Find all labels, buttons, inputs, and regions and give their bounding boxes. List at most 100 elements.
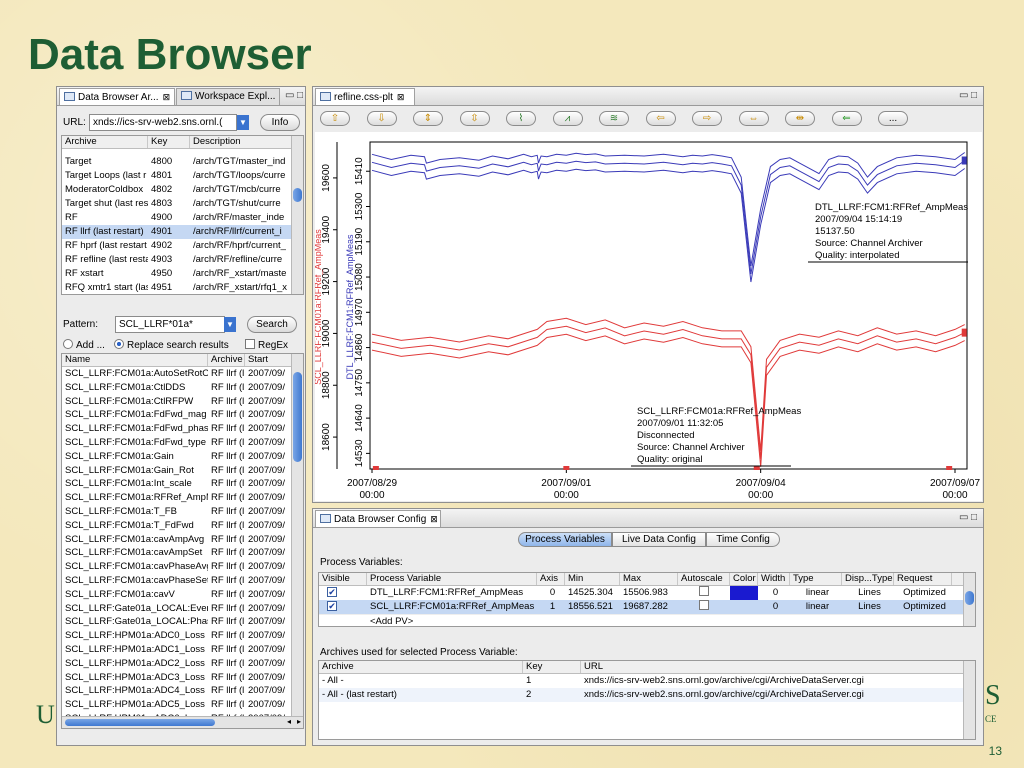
col-name[interactable]: Name [62, 354, 208, 366]
scrollbar[interactable] [963, 661, 975, 739]
list-item[interactable]: SCL_LLRF:FCM01a:Gain_Rot RF llrf (l 2007/0… [62, 464, 303, 478]
pv-cell-max[interactable]: 19687.282 [620, 600, 678, 614]
pv-cell-request[interactable]: Optimized [894, 600, 952, 614]
more-button[interactable]: ... [878, 111, 908, 126]
regex-checkbox[interactable]: RegEx [245, 339, 288, 351]
list-item[interactable]: SCL_LLRF:HPM01a:ADC5_Loss RF llrf (l 2007/… [62, 698, 303, 712]
pv-cell-request[interactable]: Optimized [894, 586, 952, 600]
tab-data-browser-config[interactable]: Data Browser Config ⊠ [315, 510, 441, 527]
list-item[interactable]: SCL_LLRF:FCM01a:RFRef_AmpMeaRF llrf (l20… [62, 491, 303, 505]
col-archive[interactable]: Archive [319, 661, 523, 673]
search-button[interactable]: Search [247, 316, 297, 333]
list-item[interactable]: SCL_LLRF:Gate01a_LOCAL:EventSeRF llrf (l… [62, 602, 303, 616]
pv-cell-max[interactable]: 15506.983 [620, 586, 678, 600]
table-row[interactable]: Target 4800/arch/TGT/master_ind [62, 155, 303, 169]
table-row[interactable]: RF xstart 4950/arch/RF_xstart/maste [62, 267, 303, 281]
pv-cell-disp[interactable]: Lines [842, 600, 894, 614]
col-url[interactable]: URL [581, 661, 965, 673]
pv-cell-width[interactable]: 0 [758, 586, 790, 600]
info-button[interactable]: Info [260, 114, 300, 131]
list-item[interactable]: SCL_LLRF:Gate01a_LOCAL:Phase RF llrf (l 20… [62, 615, 303, 629]
table-row[interactable]: RFQ xmtr1 start (las 4951/arch/RF_xstart/… [62, 281, 303, 294]
pv-cell-axis[interactable]: 1 [537, 600, 565, 614]
list-item[interactable]: SCL_LLRF:FCM01a:Int_scale RF llrf (l 2007/… [62, 477, 303, 491]
autoscale-checkbox[interactable] [678, 586, 730, 600]
table-row[interactable]: RF refline (last resta 4903/arch/RF/refli… [62, 253, 303, 267]
pv-cell-width[interactable]: 0 [758, 600, 790, 614]
col-description[interactable]: Description [190, 136, 293, 148]
visible-checkbox[interactable]: ✔ [319, 600, 367, 614]
stretch-y-icon[interactable]: ⇕ [413, 111, 443, 126]
shrink-y-icon[interactable]: ⇳ [459, 111, 490, 126]
pv-cell-axis[interactable]: 0 [537, 586, 565, 600]
pv-col-header[interactable]: Axis [537, 573, 565, 585]
pv-col-header[interactable]: Type [790, 573, 842, 585]
col-archive[interactable]: Archive [208, 354, 245, 366]
col-start[interactable]: Start [245, 354, 293, 366]
tab-live-data-config[interactable]: Live Data Config [612, 532, 706, 547]
pv-cell-type[interactable]: linear [790, 600, 842, 614]
shrink-x-icon[interactable]: ⇹ [785, 111, 815, 126]
pv-cell-min[interactable]: 18556.521 [565, 600, 620, 614]
tab-workspace-explorer[interactable]: Workspace Expl... [176, 88, 280, 105]
chart-alt-icon[interactable]: ≋ [599, 111, 629, 126]
list-item[interactable]: SCL_LLRF:FCM01a:CtlRFPW RF llrf (l 2007/09… [62, 395, 303, 409]
pv-row[interactable]: ✔ DTL_LLRF:FCM1:RFRef_AmpMeas 0 14525.304 15… [319, 586, 975, 600]
add-pv-row[interactable]: <Add PV> [319, 614, 975, 626]
list-item[interactable]: SCL_LLRF:FCM01a:Gain RF llrf (l 2007/09/ [62, 450, 303, 464]
pv-cell-type[interactable]: linear [790, 586, 842, 600]
color-swatch[interactable] [730, 600, 758, 614]
scrollbar[interactable] [291, 136, 303, 294]
tab-time-config[interactable]: Time Config [706, 532, 780, 547]
pv-col-header[interactable]: Request [894, 573, 952, 585]
autoscale-checkbox[interactable] [678, 600, 730, 614]
minimize-icon[interactable]: ▭ [959, 90, 968, 101]
tab-refline-plot[interactable]: refline.css-plt ⊠ [315, 88, 415, 105]
down-arrow-icon[interactable]: ⇩ [366, 111, 397, 126]
table-row[interactable]: RF llrf (last restart) 4901/arch/RF/llrf/… [62, 225, 303, 239]
list-item[interactable]: SCL_LLRF:FCM01a:T_FdFwd RF llrf (l 2007/09… [62, 519, 303, 533]
pv-col-header[interactable]: Color [730, 573, 758, 585]
list-item[interactable]: SCL_LLRF:FCM01a:FdFwd_phase RF llrf (l 200… [62, 422, 303, 436]
table-row[interactable]: Target Loops (last r 4801/arch/TGT/loops/… [62, 169, 303, 183]
list-item[interactable]: SCL_LLRF:HPM01a:ADC2_Loss RF llrf (l 2007/… [62, 657, 303, 671]
pattern-input[interactable]: SCL_LLRF*01a* [115, 316, 225, 333]
scroll-right-icon[interactable]: ▸ [297, 717, 301, 726]
scrollbar-thumb[interactable] [965, 591, 974, 605]
list-item[interactable]: SCL_LLRF:FCM01a:cavAmpAvg RF llrf (l 2007/… [62, 533, 303, 547]
list-item[interactable]: SCL_LLRF:FCM01a:AutoSetRotOffseRF llrf (… [62, 367, 303, 381]
list-item[interactable]: SCL_LLRF:HPM01a:ADC0_Loss RF llrf (l 2007/… [62, 629, 303, 643]
list-item[interactable]: SCL_LLRF:FCM01a:cavPhaseAvg RF llrf (l 200… [62, 560, 303, 574]
pv-col-header[interactable]: Process Variable [367, 573, 537, 585]
pv-cell-disp[interactable]: Lines [842, 586, 894, 600]
replace-radio[interactable]: Replace search results [114, 339, 229, 351]
table-row[interactable]: - All - 1 xnds://ics-srv-web2.sns.ornl.gov… [319, 674, 975, 688]
scrollbar[interactable] [291, 354, 303, 718]
pv-col-header[interactable]: Max [620, 573, 678, 585]
maximize-icon[interactable]: □ [971, 90, 977, 101]
minimize-icon[interactable]: ▭ [285, 90, 294, 101]
col-key[interactable]: Key [523, 661, 581, 673]
pv-col-header[interactable]: Autoscale [678, 573, 730, 585]
pv-cell-min[interactable]: 14525.304 [565, 586, 620, 600]
pv-cell-pv[interactable]: DTL_LLRF:FCM1:RFRef_AmpMeas [367, 586, 537, 600]
pv-col-header[interactable]: Width [758, 573, 790, 585]
chevron-down-icon[interactable]: ▼ [237, 115, 249, 130]
table-row[interactable]: RF hprf (last restart 4902/arch/RF/hprf/c… [62, 239, 303, 253]
chevron-down-icon[interactable]: ▼ [224, 317, 236, 332]
plot-area[interactable]: 2007/08/2900:002007/09/0100:002007/09/04… [315, 132, 982, 501]
close-icon[interactable]: ⊠ [163, 92, 171, 102]
col-archive[interactable]: Archive [62, 136, 148, 148]
pv-cell-pv[interactable]: SCL_LLRF:FCM01a:RFRef_AmpMeas [367, 600, 537, 614]
tab-data-browser-archives[interactable]: Data Browser Ar... ⊠ [59, 88, 175, 105]
chart-icon[interactable]: ⩘ [552, 111, 583, 126]
horizontal-scrollbar[interactable]: ◂ ▸ [62, 716, 303, 728]
url-input[interactable]: xnds://ics-srv-web2.sns.ornl.( [89, 114, 237, 131]
table-row[interactable]: ModeratorColdbox 4802/arch/TGT/mcb/curre [62, 183, 303, 197]
add-radio[interactable]: Add ... [63, 339, 105, 351]
list-item[interactable]: SCL_LLRF:FCM01a:FdFwd_mag RF llrf (l 2007/… [62, 408, 303, 422]
visible-checkbox[interactable]: ✔ [319, 586, 367, 600]
list-item[interactable]: SCL_LLRF:FCM01a:cavV RF llrf (l 2007/09/ [62, 588, 303, 602]
list-item[interactable]: SCL_LLRF:HPM01a:ADC1_Loss RF llrf (l 2007/… [62, 643, 303, 657]
add-pv-placeholder[interactable]: <Add PV> [367, 615, 537, 626]
